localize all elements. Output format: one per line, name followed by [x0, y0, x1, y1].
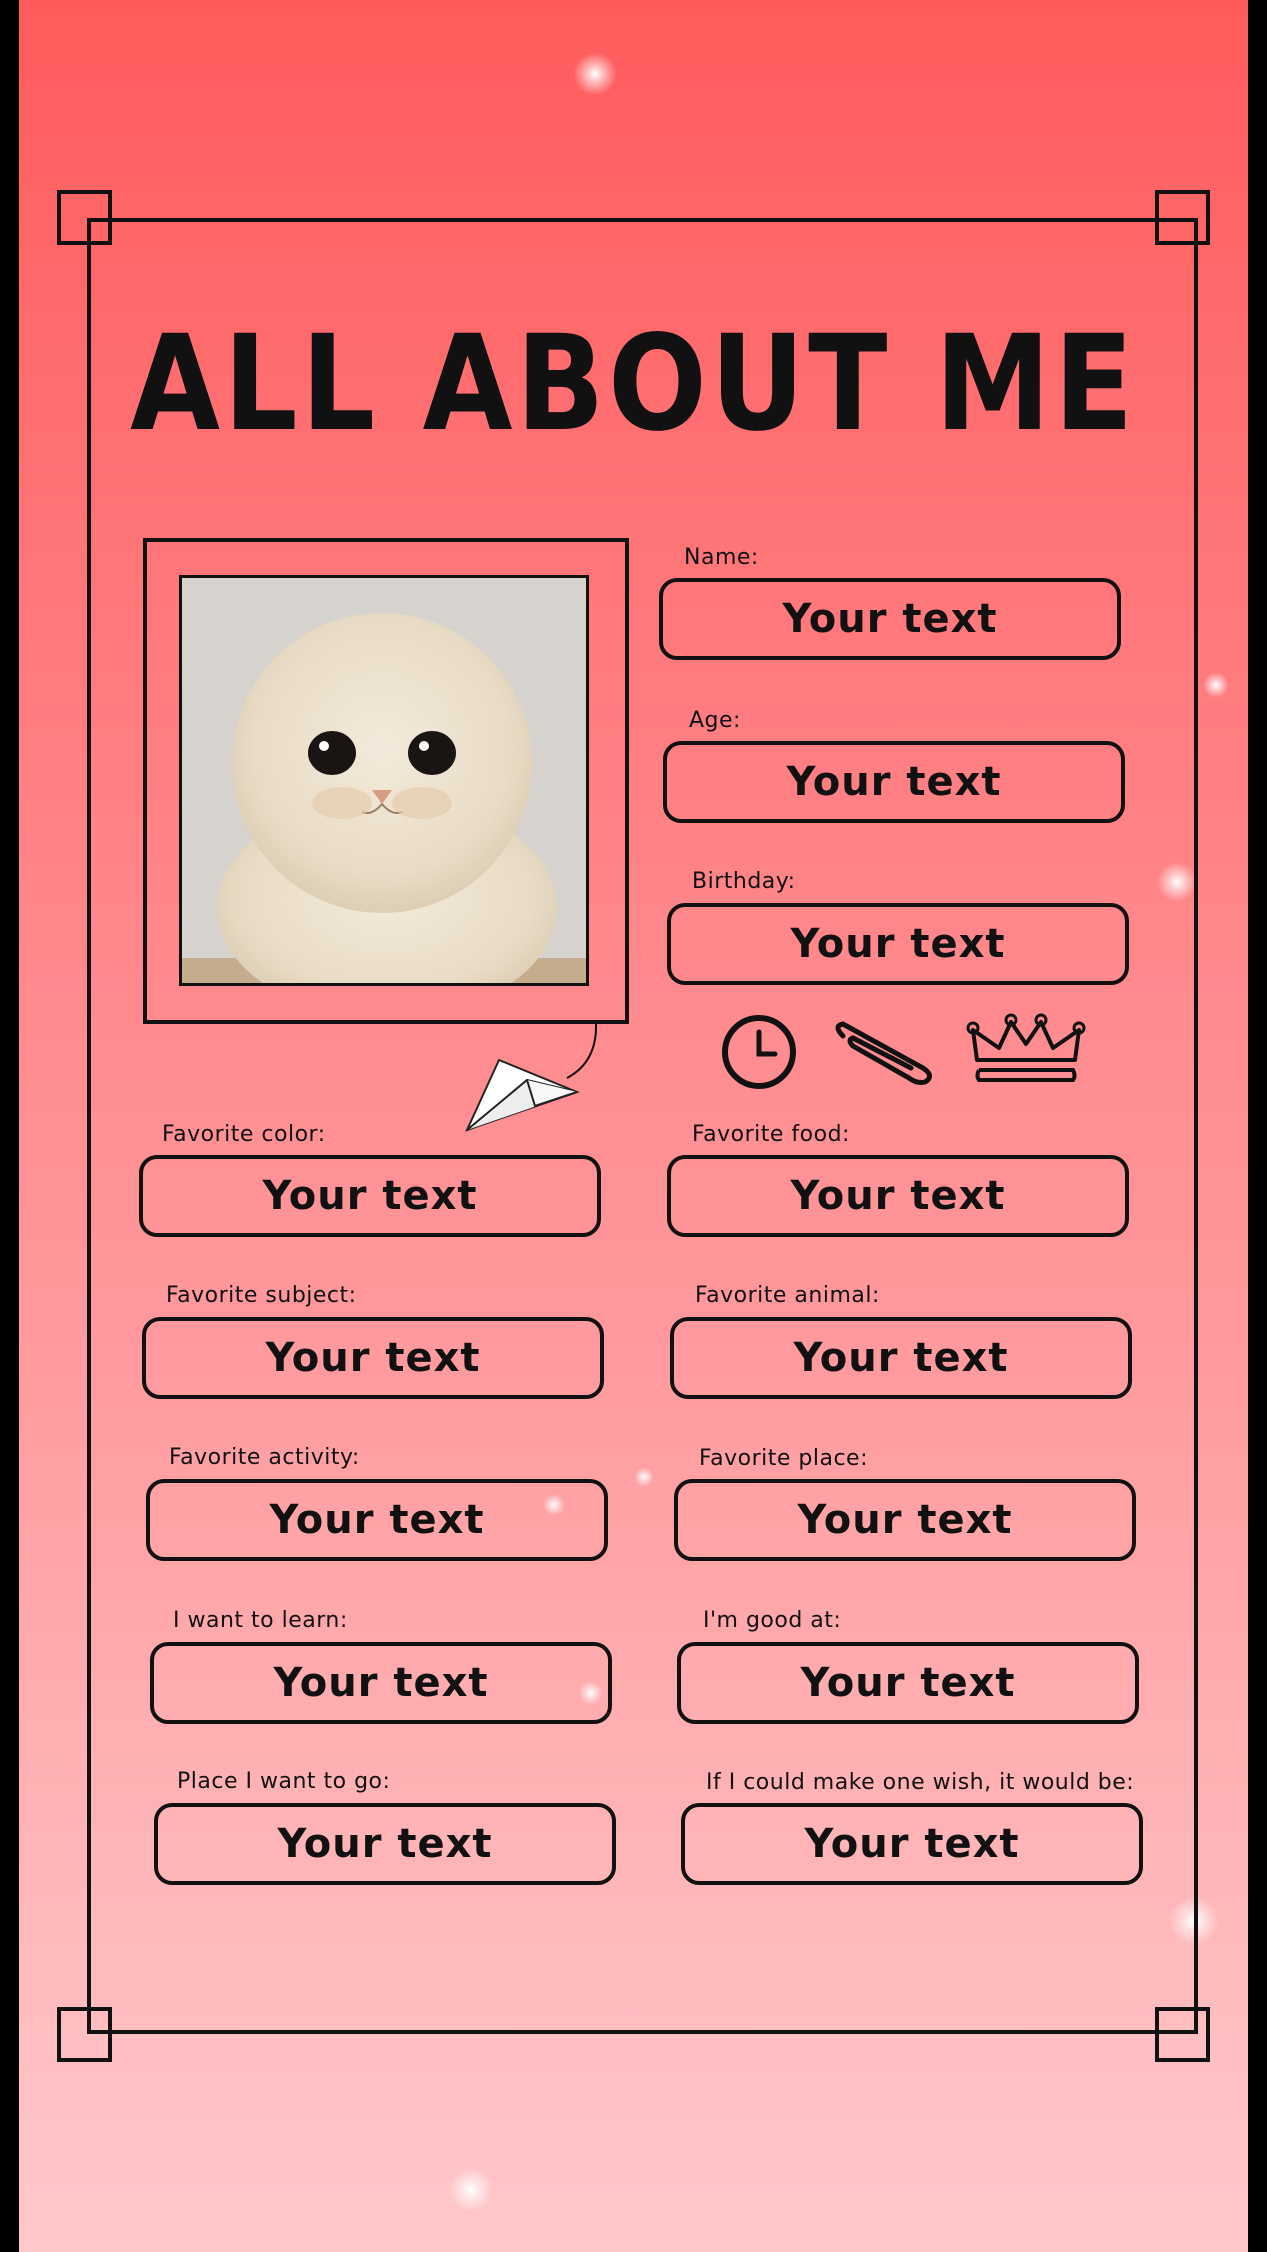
place-to-go-label: Place I want to go:	[177, 1769, 391, 1794]
favorite-animal-field[interactable]: Your text	[670, 1317, 1132, 1399]
kitten-illustration	[182, 578, 586, 983]
crown-icon	[966, 1013, 1086, 1082]
wish-label: If I could make one wish, it would be:	[706, 1770, 1135, 1795]
clock-icon	[722, 1015, 796, 1089]
frame-corner	[57, 190, 112, 245]
frame-corner	[1155, 190, 1210, 245]
good-at-field[interactable]: Your text	[677, 1642, 1139, 1724]
favorite-food-field[interactable]: Your text	[667, 1155, 1129, 1237]
favorite-animal-label: Favorite animal:	[695, 1283, 880, 1308]
age-label: Age:	[689, 708, 741, 733]
paperclip-icon	[835, 1021, 932, 1085]
sparkle	[449, 2168, 493, 2212]
name-field[interactable]: Your text	[659, 578, 1121, 660]
sparkle	[1203, 672, 1229, 698]
frame-bottom	[87, 2030, 1198, 2034]
favorite-place-label: Favorite place:	[699, 1446, 869, 1471]
sparkle	[634, 1467, 654, 1487]
favorite-place-field[interactable]: Your text	[674, 1479, 1136, 1561]
favorite-color-label: Favorite color:	[162, 1122, 326, 1147]
want-to-learn-label: I want to learn:	[173, 1608, 348, 1633]
age-field[interactable]: Your text	[663, 741, 1125, 823]
wish-field[interactable]: Your text	[681, 1803, 1143, 1885]
frame-left	[87, 218, 91, 2034]
paper-plane-icon	[465, 1023, 598, 1132]
page-background: ALL ABOUT ME Name: Your text Age: Your t…	[19, 0, 1248, 2252]
frame-corner	[57, 2007, 112, 2062]
frame-right	[1194, 218, 1198, 2034]
favorite-food-label: Favorite food:	[692, 1122, 850, 1147]
birthday-label: Birthday:	[692, 869, 796, 894]
sparkle	[573, 52, 617, 96]
frame-top	[87, 218, 1198, 222]
birthday-field[interactable]: Your text	[667, 903, 1129, 985]
favorite-color-field[interactable]: Your text	[139, 1155, 601, 1237]
place-to-go-field[interactable]: Your text	[154, 1803, 616, 1885]
favorite-activity-label: Favorite activity:	[169, 1445, 360, 1470]
name-label: Name:	[684, 545, 759, 570]
favorite-activity-field[interactable]: Your text	[146, 1479, 608, 1561]
favorite-subject-field[interactable]: Your text	[142, 1317, 604, 1399]
good-at-label: I'm good at:	[703, 1608, 842, 1633]
frame-corner	[1155, 2007, 1210, 2062]
kitten-photo[interactable]	[179, 575, 589, 986]
sparkle	[1157, 862, 1197, 902]
favorite-subject-label: Favorite subject:	[166, 1283, 357, 1308]
page-title: ALL ABOUT ME	[130, 307, 1137, 461]
want-to-learn-field[interactable]: Your text	[150, 1642, 612, 1724]
